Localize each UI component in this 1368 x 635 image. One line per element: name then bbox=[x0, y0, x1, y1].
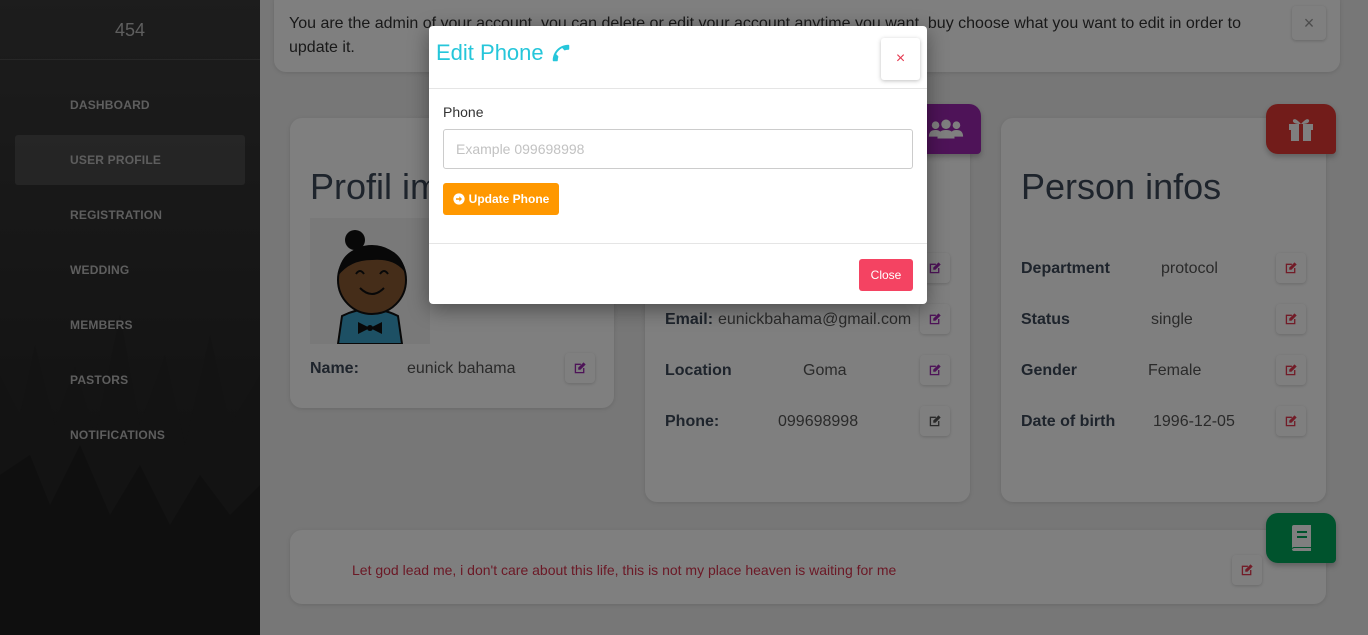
modal-close-icon[interactable]: × bbox=[881, 38, 920, 80]
edit-phone-modal: Edit Phone × Phone Update Phone Close bbox=[429, 26, 927, 304]
phone-field-label: Phone bbox=[443, 104, 484, 120]
update-phone-label: Update Phone bbox=[468, 192, 550, 206]
phone-input[interactable] bbox=[443, 129, 913, 169]
close-button[interactable]: Close bbox=[859, 259, 913, 291]
update-phone-button[interactable]: Update Phone bbox=[443, 183, 559, 215]
arrow-circle-right-icon bbox=[453, 193, 465, 205]
modal-body: Phone Update Phone bbox=[443, 89, 913, 243]
modal-title-text: Edit Phone bbox=[436, 40, 544, 65]
modal-footer: Close bbox=[429, 243, 927, 304]
phone-icon bbox=[552, 44, 569, 62]
modal-title: Edit Phone bbox=[436, 40, 572, 66]
modal-header: Edit Phone × bbox=[429, 26, 927, 89]
